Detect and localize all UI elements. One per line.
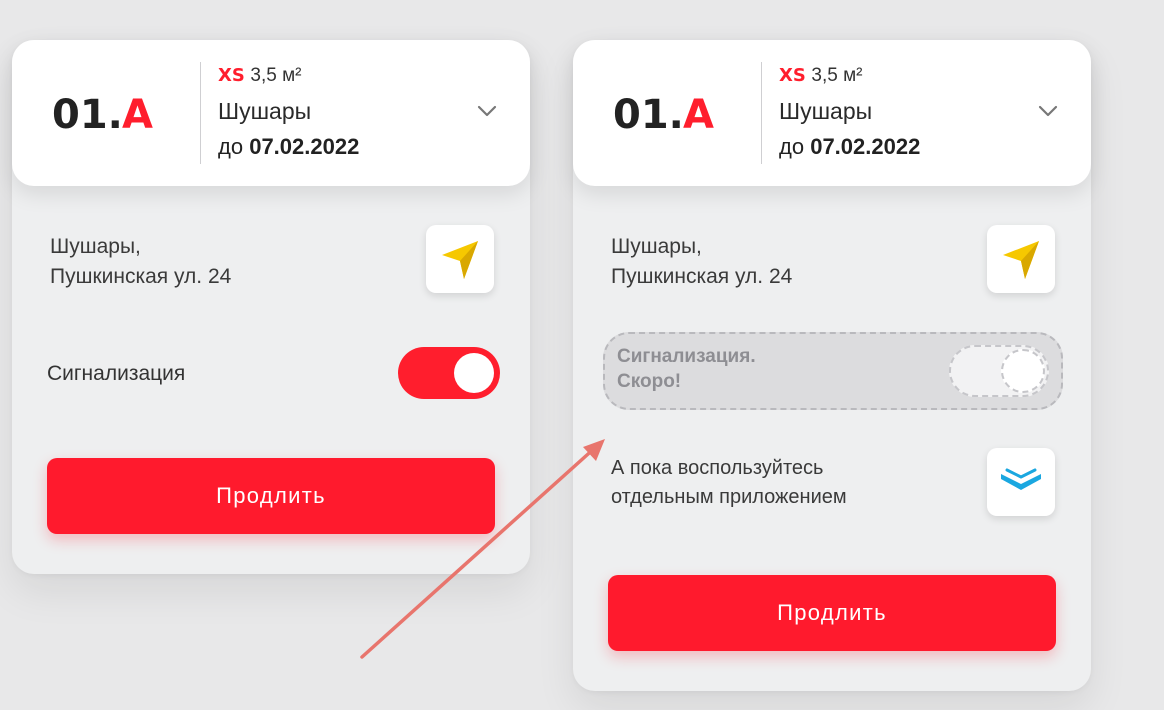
annotation-arrow: [360, 439, 605, 659]
